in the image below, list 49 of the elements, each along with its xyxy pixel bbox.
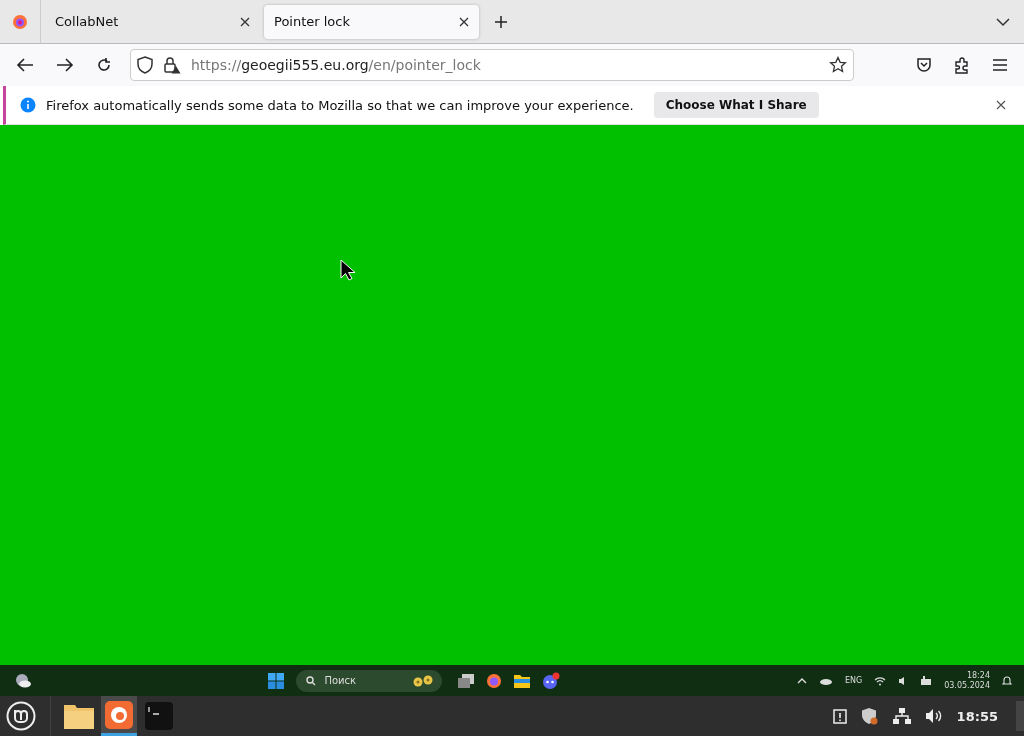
menu-icon[interactable]	[992, 58, 1008, 72]
search-field[interactable]: Поиск	[322, 674, 407, 687]
lock-warning-icon[interactable]	[163, 56, 181, 74]
browser-logo-icon[interactable]	[486, 672, 503, 689]
forward-icon[interactable]	[56, 57, 74, 73]
puzzle-icon[interactable]	[954, 56, 970, 74]
close-icon[interactable]	[459, 16, 469, 27]
time-text: 18:24	[966, 670, 990, 681]
close-icon[interactable]	[240, 16, 250, 27]
mint-menu-icon[interactable]	[6, 701, 36, 731]
weather-icon[interactable]	[14, 672, 32, 689]
pocket-icon[interactable]	[916, 57, 932, 73]
language-indicator[interactable]: ENG	[844, 676, 863, 685]
wifi-icon[interactable]	[874, 675, 887, 686]
clock[interactable]: 18:24 03.05.2024	[944, 670, 990, 691]
volume-icon[interactable]	[924, 708, 943, 724]
cloud-icon[interactable]	[818, 676, 833, 685]
task-view-icon[interactable]	[458, 673, 475, 688]
cursor-icon	[340, 259, 356, 281]
terminal-icon	[145, 702, 173, 730]
url-text[interactable]: https://geoegii555.eu.org/en/pointer_lock	[191, 57, 481, 73]
search-icon	[306, 675, 317, 686]
reload-icon[interactable]	[96, 57, 112, 73]
date-text: 03.05.2024	[944, 680, 990, 691]
close-icon[interactable]	[996, 100, 1006, 110]
search-bar[interactable]: Поиск	[296, 669, 443, 692]
shield-icon[interactable]	[137, 56, 153, 74]
network-icon[interactable]	[892, 708, 911, 724]
clock[interactable]: 18:55	[956, 708, 998, 724]
browser-tab[interactable]: CollabNet	[45, 4, 260, 39]
info-icon	[20, 97, 36, 113]
chevron-down-icon[interactable]	[996, 16, 1010, 27]
folder-icon[interactable]	[514, 673, 531, 688]
choose-what-i-share-button[interactable]: Choose What I Share	[653, 92, 819, 118]
shield-alert-icon[interactable]	[860, 707, 879, 725]
taskbar-app[interactable]	[101, 696, 137, 736]
chat-app-icon[interactable]	[542, 671, 561, 690]
start-icon[interactable]	[268, 672, 285, 689]
new-tab-icon[interactable]	[494, 14, 508, 29]
browser-tab[interactable]: Pointer lock	[264, 4, 479, 39]
chevron-up-icon[interactable]	[796, 676, 807, 685]
bookmark-star-icon[interactable]	[829, 56, 847, 74]
back-icon[interactable]	[16, 57, 34, 73]
browser-logo-icon[interactable]	[12, 13, 28, 30]
bell-icon[interactable]	[1002, 675, 1012, 686]
notification-message: Firefox automatically sends some data to Mozilla so that we can improve your experience.	[46, 97, 634, 113]
clipboard-alert-icon[interactable]	[832, 708, 847, 724]
folder-icon	[64, 703, 94, 729]
address-bar[interactable]: https://geoegii555.eu.org/en/pointer_lock	[130, 49, 854, 81]
